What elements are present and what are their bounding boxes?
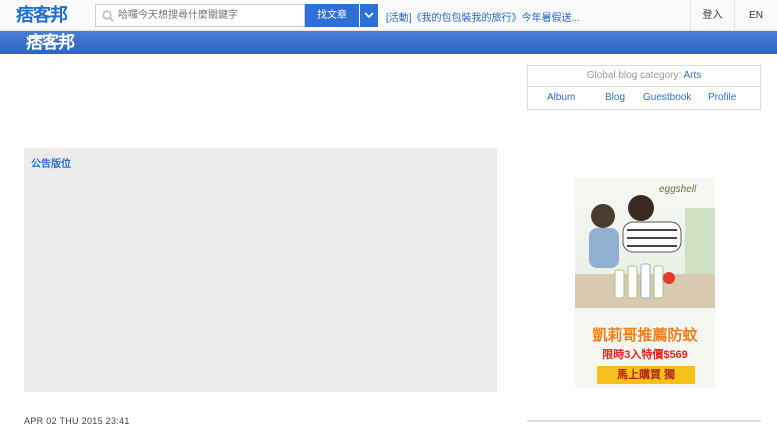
nav-profile[interactable]: Profile [708,92,736,103]
blog-category-box: Global blog category: Arts Album Blog Gu… [527,65,761,110]
bulletin-board: 公告版位 [24,148,497,392]
search-dropdown-button[interactable] [360,4,378,27]
ad-price: 限時3入特價$569 [602,349,688,361]
nav-album[interactable]: Album [547,92,575,103]
ad-buy-label: 馬上購買 [616,369,661,381]
search-icon [102,10,114,22]
sidebar-divider [527,420,761,422]
nav-blog[interactable]: Blog [605,92,625,103]
top-bar: 痞客邦 找文章 [活動]《我的包包裝我的旅行》今年暑假送... 登入 EN [0,0,777,31]
category-line: Global blog category: Arts [528,66,760,87]
ad-brand: eggshell [659,184,697,195]
category-value[interactable]: Arts [683,70,701,81]
category-label: Global blog category: [586,70,684,81]
ad-illustration [575,195,715,308]
banner-logo[interactable]: 痞客邦 [26,32,75,53]
ad-buy-button[interactable]: 馬上購買 獨 [597,366,695,384]
blog-nav: Album Blog Guestbook Profile [528,88,760,110]
promo-link[interactable]: [活動]《我的包包裝我的旅行》今年暑假送... [386,9,580,24]
chevron-down-icon [364,12,374,19]
search-input[interactable] [118,6,302,25]
advertisement[interactable]: eggshell 凱莉哥推薦防蚊 限時3入特價$569 馬上購買 獨 [575,178,715,388]
post-datetime: APR 02 THU 2015 23:41 [24,416,130,426]
login-button[interactable]: 登入 [690,0,734,31]
ad-badge: 獨 [664,369,676,381]
search-button[interactable]: 找文章 [305,4,359,27]
blog-banner: 痞客邦 [0,31,777,54]
language-switch[interactable]: EN [734,0,777,31]
ad-photo: eggshell [575,178,715,308]
site-logo[interactable]: 痞客邦 [16,4,78,26]
bulletin-title: 公告版位 [31,159,71,170]
ad-headline: 凱莉哥推薦防蚊 [592,327,698,344]
nav-guestbook[interactable]: Guestbook [643,92,691,103]
search-box[interactable] [95,4,305,27]
